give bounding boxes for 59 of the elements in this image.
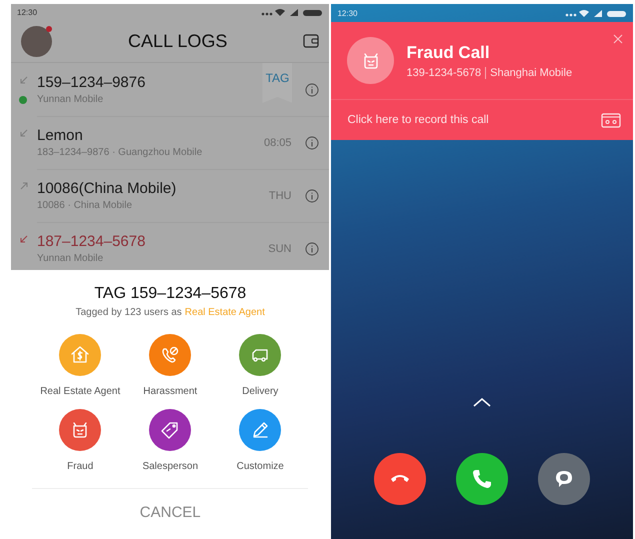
- tag-option-button[interactable]: [59, 409, 102, 451]
- call-log-row[interactable]: 10086(China Mobile) 10086 · China Mobile THU: [11, 169, 330, 222]
- tag-option-button[interactable]: [149, 334, 192, 376]
- incoming-call-icon: [19, 234, 29, 244]
- tag-option-button[interactable]: [239, 409, 282, 451]
- alert-title: Fraud Call: [406, 42, 491, 62]
- tag-ribbon[interactable]: TAG: [262, 63, 292, 103]
- status-icons-drawing: [565, 8, 627, 18]
- tag-option-label: Real Estate Agent: [40, 386, 120, 397]
- tag-option-label: Fraud: [67, 461, 94, 472]
- wallet-icon[interactable]: [303, 34, 320, 48]
- caller-name: Lemon: [37, 127, 84, 144]
- info-icon[interactable]: [305, 242, 320, 256]
- caller-name: 10086(China Mobile): [37, 180, 178, 197]
- caller-name: 159–1234–9876: [37, 74, 146, 91]
- tag-option-label: Delivery: [242, 386, 278, 397]
- call-time: 08:05: [264, 136, 292, 148]
- record-call-link[interactable]: Click here to record this call: [347, 114, 489, 126]
- caller-number: 139-1234-5678: [406, 66, 482, 78]
- caller-detail: Yunnan Mobile: [37, 94, 104, 105]
- status-time: 12:30: [337, 8, 358, 18]
- incoming-call-icon: [19, 75, 29, 85]
- cancel-button[interactable]: CANCEL: [32, 488, 308, 521]
- tag-option-label: Harassment: [143, 386, 198, 397]
- info-icon[interactable]: [305, 188, 320, 202]
- info-icon[interactable]: [305, 82, 320, 96]
- tag-option-button[interactable]: [239, 334, 282, 376]
- status-icons-drawing: [261, 8, 324, 16]
- call-time: SUN: [268, 242, 292, 254]
- tag-option-button[interactable]: [149, 409, 192, 451]
- incoming-call-icon: [19, 128, 29, 138]
- recorder-icon[interactable]: [601, 112, 621, 128]
- separator-line: [485, 66, 486, 78]
- phone-icon: [473, 470, 492, 488]
- notification-dot: [46, 26, 52, 32]
- close-icon: [613, 34, 623, 44]
- chevron-up-icon[interactable]: [473, 397, 492, 407]
- outgoing-call-icon: [19, 181, 29, 191]
- caller-carrier: Shanghai Mobile: [490, 66, 572, 78]
- tag-option-label: Salesperson: [142, 461, 198, 472]
- tag-summary: Tagged by 123 users as: [76, 307, 182, 318]
- top-tag-label: Real Estate Agent: [184, 307, 265, 318]
- status-time: 12:30: [17, 8, 38, 16]
- tag-option-label: Customize: [236, 461, 284, 472]
- screen-title: CALL LOGS: [127, 30, 228, 52]
- caller-name: 187–1234–5678: [37, 233, 146, 250]
- call-log-row[interactable]: Lemon 183–1234–9876 · Guangzhou Mobile 08:05: [11, 116, 330, 169]
- speech-bubble-icon: [556, 471, 572, 487]
- call-log-row[interactable]: 159–1234–9876 Yunnan Mobile TAG: [11, 63, 330, 116]
- close-button[interactable]: [613, 32, 623, 42]
- call-time: THU: [268, 190, 292, 202]
- caller-detail: Yunnan Mobile: [37, 253, 104, 264]
- caller-detail: 183–1234–9876 · Guangzhou Mobile: [37, 147, 202, 158]
- sheet-title: TAG 159–1234–5678: [94, 285, 246, 303]
- info-icon[interactable]: [305, 136, 320, 150]
- call-log-row[interactable]: 187–1234–5678 Yunnan Mobile SUN: [11, 222, 330, 270]
- avatar-photo[interactable]: [21, 26, 52, 56]
- caller-detail: 10086 · China Mobile: [37, 200, 132, 211]
- hang-up-icon: [391, 475, 410, 482]
